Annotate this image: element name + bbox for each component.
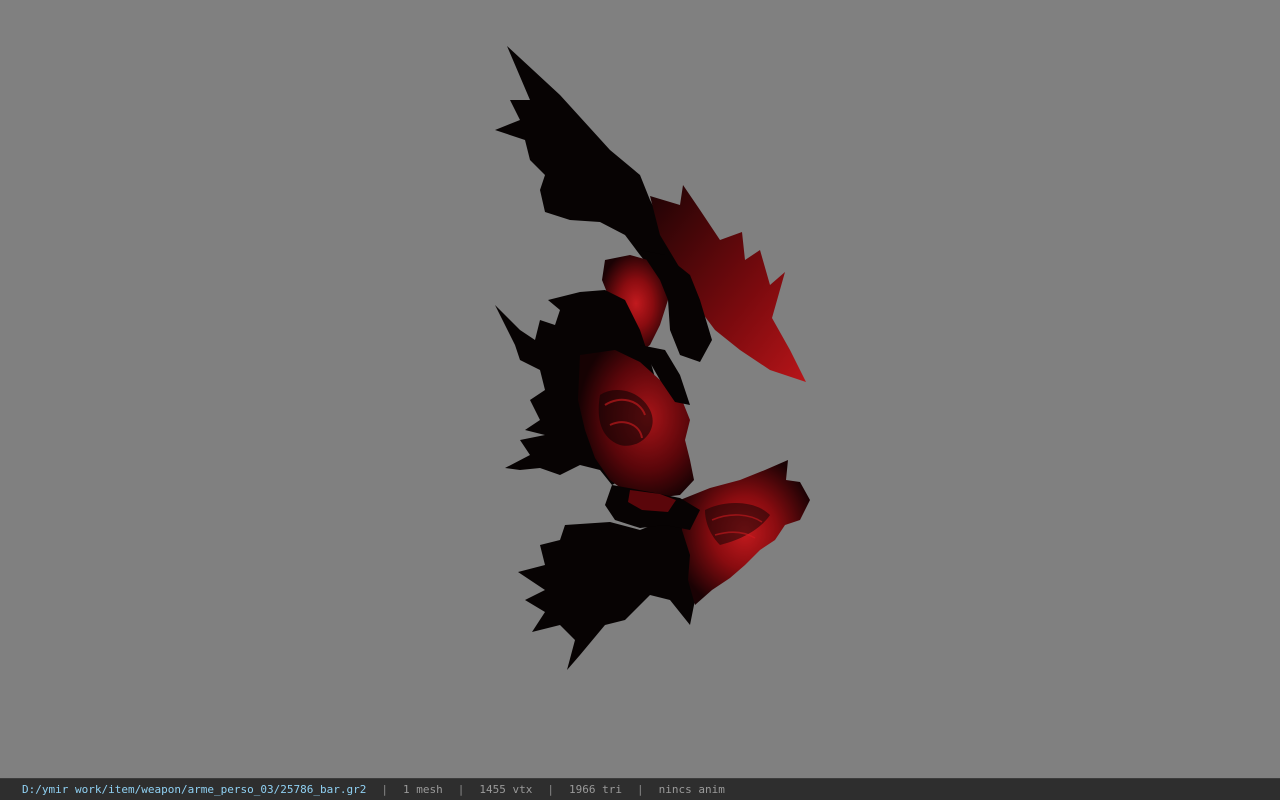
status-separator: |: [547, 783, 554, 796]
file-path: D:/ymir work/item/weapon/arme_perso_03/2…: [22, 783, 367, 796]
status-separator: |: [381, 783, 388, 796]
status-separator: |: [457, 783, 465, 796]
status-bar: D:/ymir work/item/weapon/arme_perso_03/2…: [0, 778, 1280, 800]
3d-viewport[interactable]: [0, 0, 1280, 778]
triangle-count: 1966 tri: [568, 783, 622, 796]
mesh-count: 1 mesh: [403, 783, 443, 796]
weapon-model-render: [495, 46, 810, 670]
status-separator: |: [636, 783, 644, 796]
animation-status: nincs anim: [658, 783, 725, 796]
vertex-count: 1455 vtx: [479, 783, 533, 796]
lower-shadow-shards: [518, 520, 700, 670]
